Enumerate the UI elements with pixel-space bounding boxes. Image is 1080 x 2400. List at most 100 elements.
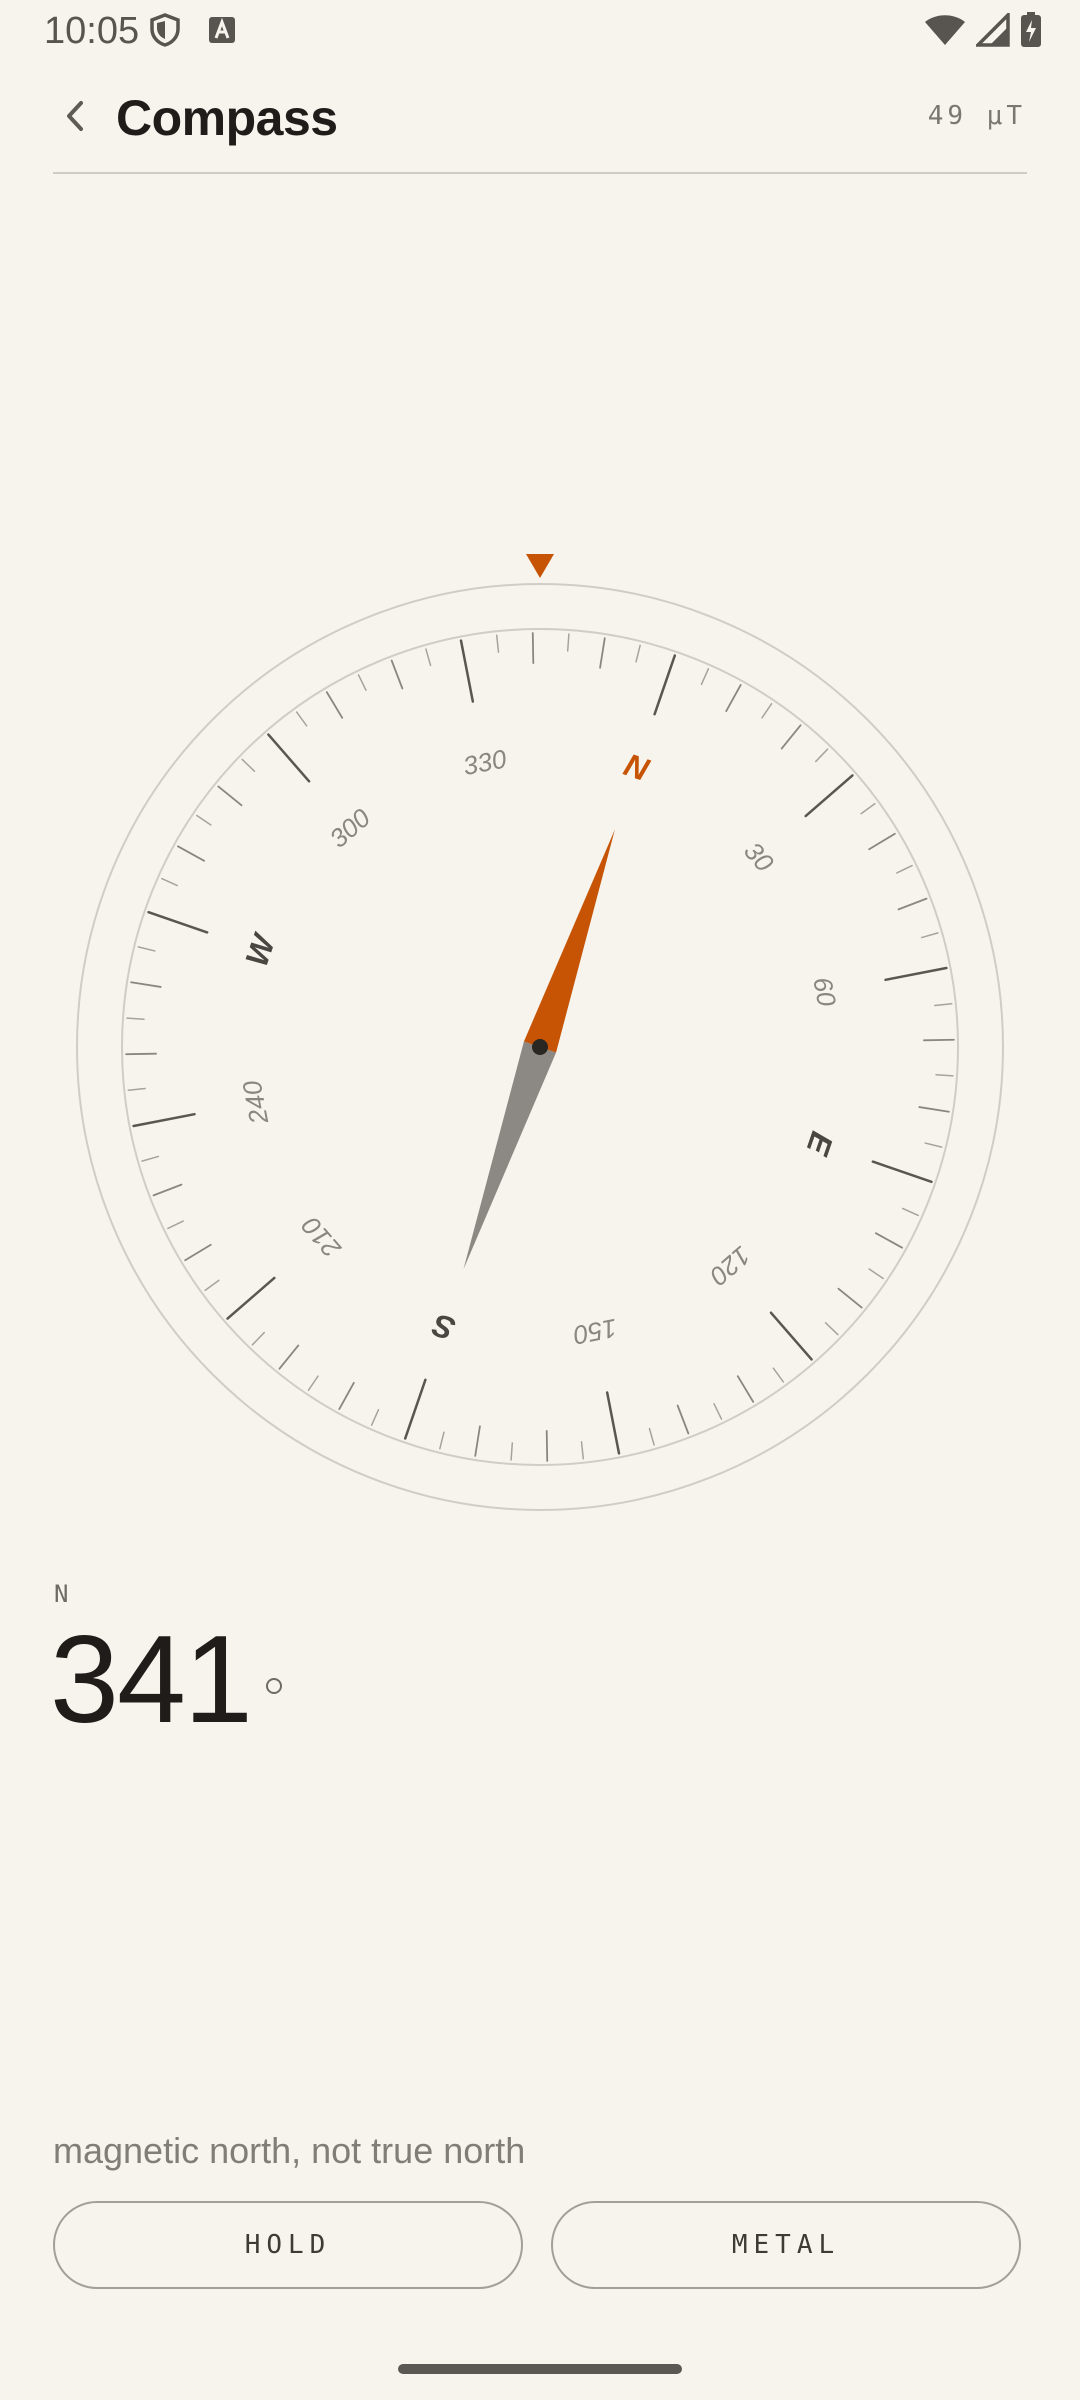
back-button[interactable]: [46, 90, 102, 146]
major-tick: [769, 1311, 813, 1361]
major-tick: [804, 774, 854, 818]
minor-tick: [897, 897, 928, 911]
degree-label: 330: [461, 743, 510, 781]
degree-symbol: [266, 1678, 282, 1694]
minor-tick: [566, 633, 570, 652]
major-tick: [147, 910, 209, 934]
minor-tick: [580, 1441, 585, 1460]
major-tick: [403, 1378, 427, 1440]
major-tick: [459, 639, 475, 703]
minor-tick: [868, 1268, 884, 1280]
metal-button[interactable]: METAL: [551, 2201, 1021, 2289]
heading-value: 341: [50, 1611, 253, 1749]
minor-tick: [531, 632, 535, 664]
minor-tick: [217, 785, 243, 807]
minor-tick: [357, 674, 367, 691]
major-tick: [884, 966, 948, 982]
minor-tick: [860, 802, 876, 815]
minor-tick: [278, 1344, 300, 1370]
minor-tick: [370, 1408, 380, 1426]
minor-tick: [934, 1002, 953, 1007]
minor-tick: [923, 1038, 955, 1042]
degree-label: 240: [236, 1078, 274, 1128]
minor-tick: [635, 644, 641, 663]
minor-tick: [137, 946, 156, 952]
font-a-icon: [208, 16, 236, 49]
cardinal-label-s: S: [427, 1306, 460, 1347]
minor-tick: [184, 1243, 212, 1262]
minor-tick: [761, 703, 773, 719]
minor-tick: [896, 864, 913, 874]
minor-tick: [772, 1367, 785, 1383]
magnetic-north-note: magnetic north, not true north: [53, 2130, 526, 2171]
minor-tick: [700, 668, 710, 686]
gesture-navigation-bar[interactable]: [398, 2364, 682, 2374]
minor-tick: [439, 1431, 445, 1450]
shield-icon: [148, 12, 182, 53]
minor-tick: [815, 748, 829, 763]
status-icons: [924, 10, 1042, 53]
minor-tick: [924, 1142, 943, 1148]
compass-dial: 30 60 120 150 210 240 300 330 N E S W: [76, 554, 1004, 1511]
minor-tick: [495, 634, 500, 653]
cellular-signal-icon: [973, 10, 1010, 52]
minor-tick: [125, 1052, 157, 1056]
heading-direction: N: [54, 1580, 71, 1608]
minor-tick: [177, 845, 206, 862]
minor-tick: [130, 981, 162, 988]
minor-tick: [167, 1220, 184, 1230]
minor-tick: [920, 932, 939, 939]
cardinal-label-e: E: [799, 1127, 841, 1160]
minor-tick: [713, 1403, 723, 1420]
minor-tick: [474, 1425, 481, 1457]
minor-tick: [874, 1232, 903, 1249]
page-title: Compass: [116, 90, 338, 146]
degree-label: 30: [738, 836, 780, 878]
minor-tick: [725, 684, 742, 713]
minor-tick: [338, 1381, 355, 1410]
minor-tick: [295, 711, 308, 727]
major-tick: [605, 1391, 621, 1455]
minor-tick: [545, 1430, 549, 1462]
minor-tick: [152, 1183, 183, 1197]
major-tick: [132, 1112, 196, 1128]
minor-tick: [918, 1106, 950, 1113]
minor-tick: [126, 1017, 145, 1021]
degree-label: 120: [704, 1240, 757, 1291]
degree-label: 300: [324, 802, 377, 853]
bearing-marker-icon: [526, 554, 554, 578]
minor-tick: [141, 1155, 160, 1162]
cardinal-label-w: W: [238, 928, 283, 971]
header-divider: [53, 172, 1027, 174]
minor-tick: [127, 1087, 146, 1092]
minor-tick: [837, 1287, 863, 1309]
minor-tick: [390, 659, 404, 690]
major-tick: [871, 1160, 933, 1184]
needle-north: [523, 829, 615, 1053]
minor-tick: [901, 1207, 919, 1217]
minor-tick: [325, 691, 344, 719]
status-time: 10:05: [44, 10, 140, 52]
major-tick: [226, 1276, 276, 1320]
degree-label: 150: [571, 1313, 620, 1351]
minor-tick: [510, 1442, 514, 1461]
minor-tick: [425, 648, 432, 667]
minor-tick: [648, 1427, 655, 1446]
minor-tick: [935, 1073, 954, 1077]
major-tick: [267, 733, 311, 783]
wifi-icon: [924, 13, 966, 52]
hold-button[interactable]: HOLD: [53, 2201, 523, 2289]
minor-tick: [204, 1279, 220, 1292]
minor-tick: [868, 832, 896, 851]
degree-label: 60: [807, 975, 842, 1010]
minor-tick: [736, 1375, 755, 1403]
minor-tick: [251, 1331, 265, 1346]
minor-tick: [196, 814, 212, 826]
minor-tick: [676, 1404, 690, 1435]
minor-tick: [824, 1322, 839, 1336]
minor-tick: [161, 877, 179, 887]
minor-tick: [307, 1375, 319, 1391]
cardinal-label-n: N: [620, 746, 654, 788]
needle-pivot: [532, 1039, 548, 1055]
magnetic-field-readout: 49 μT: [927, 101, 1026, 131]
